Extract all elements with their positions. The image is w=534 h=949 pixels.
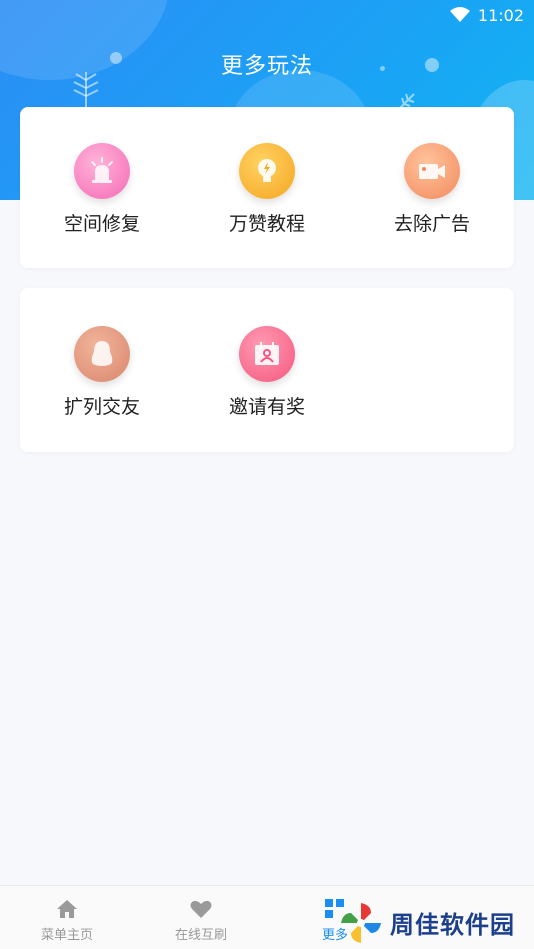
tile-label: 去除广告 xyxy=(393,213,470,235)
tile-remove-ads[interactable]: 去除广告 xyxy=(350,143,514,236)
tile-invite-reward[interactable]: 邀请有奖 xyxy=(185,326,349,419)
tile-label: 万赞教程 xyxy=(228,213,305,235)
feature-card-secondary: 扩列交友 邀请有奖 xyxy=(20,288,514,452)
tile-label: 扩列交友 xyxy=(63,396,140,418)
tile-like-tutorial[interactable]: 万赞教程 xyxy=(185,143,349,236)
page-title: 更多玩法 xyxy=(220,54,313,79)
heart-icon xyxy=(190,900,212,918)
video-camera-icon xyxy=(404,143,460,199)
calendar-person-icon xyxy=(239,326,295,382)
tab-home[interactable]: 菜单主页 xyxy=(0,886,134,949)
wifi-icon xyxy=(449,7,470,22)
status-time: 11:02 xyxy=(477,5,524,25)
tile-label: 空间修复 xyxy=(63,213,140,235)
pinwheel-logo-icon xyxy=(341,902,381,943)
watermark-logo: 周佳软件园 xyxy=(338,896,534,949)
feature-card-primary: 空间修复 万赞教程 去除广告 xyxy=(20,107,514,268)
tab-online-boost[interactable]: 在线互刷 xyxy=(134,886,268,949)
tab-label: 菜单主页 xyxy=(40,928,93,943)
alarm-light-icon xyxy=(74,143,130,199)
tile-label: 邀请有奖 xyxy=(228,396,305,418)
home-icon xyxy=(57,900,77,918)
lightbulb-icon xyxy=(239,143,295,199)
status-bar: 11:02 xyxy=(0,0,534,30)
watermark-text: 周佳软件园 xyxy=(390,911,515,939)
tab-label: 在线互刷 xyxy=(174,928,227,943)
tile-make-friends[interactable]: 扩列交友 xyxy=(20,326,184,419)
qq-penguin-icon xyxy=(74,326,130,382)
tile-space-repair[interactable]: 空间修复 xyxy=(20,143,184,236)
